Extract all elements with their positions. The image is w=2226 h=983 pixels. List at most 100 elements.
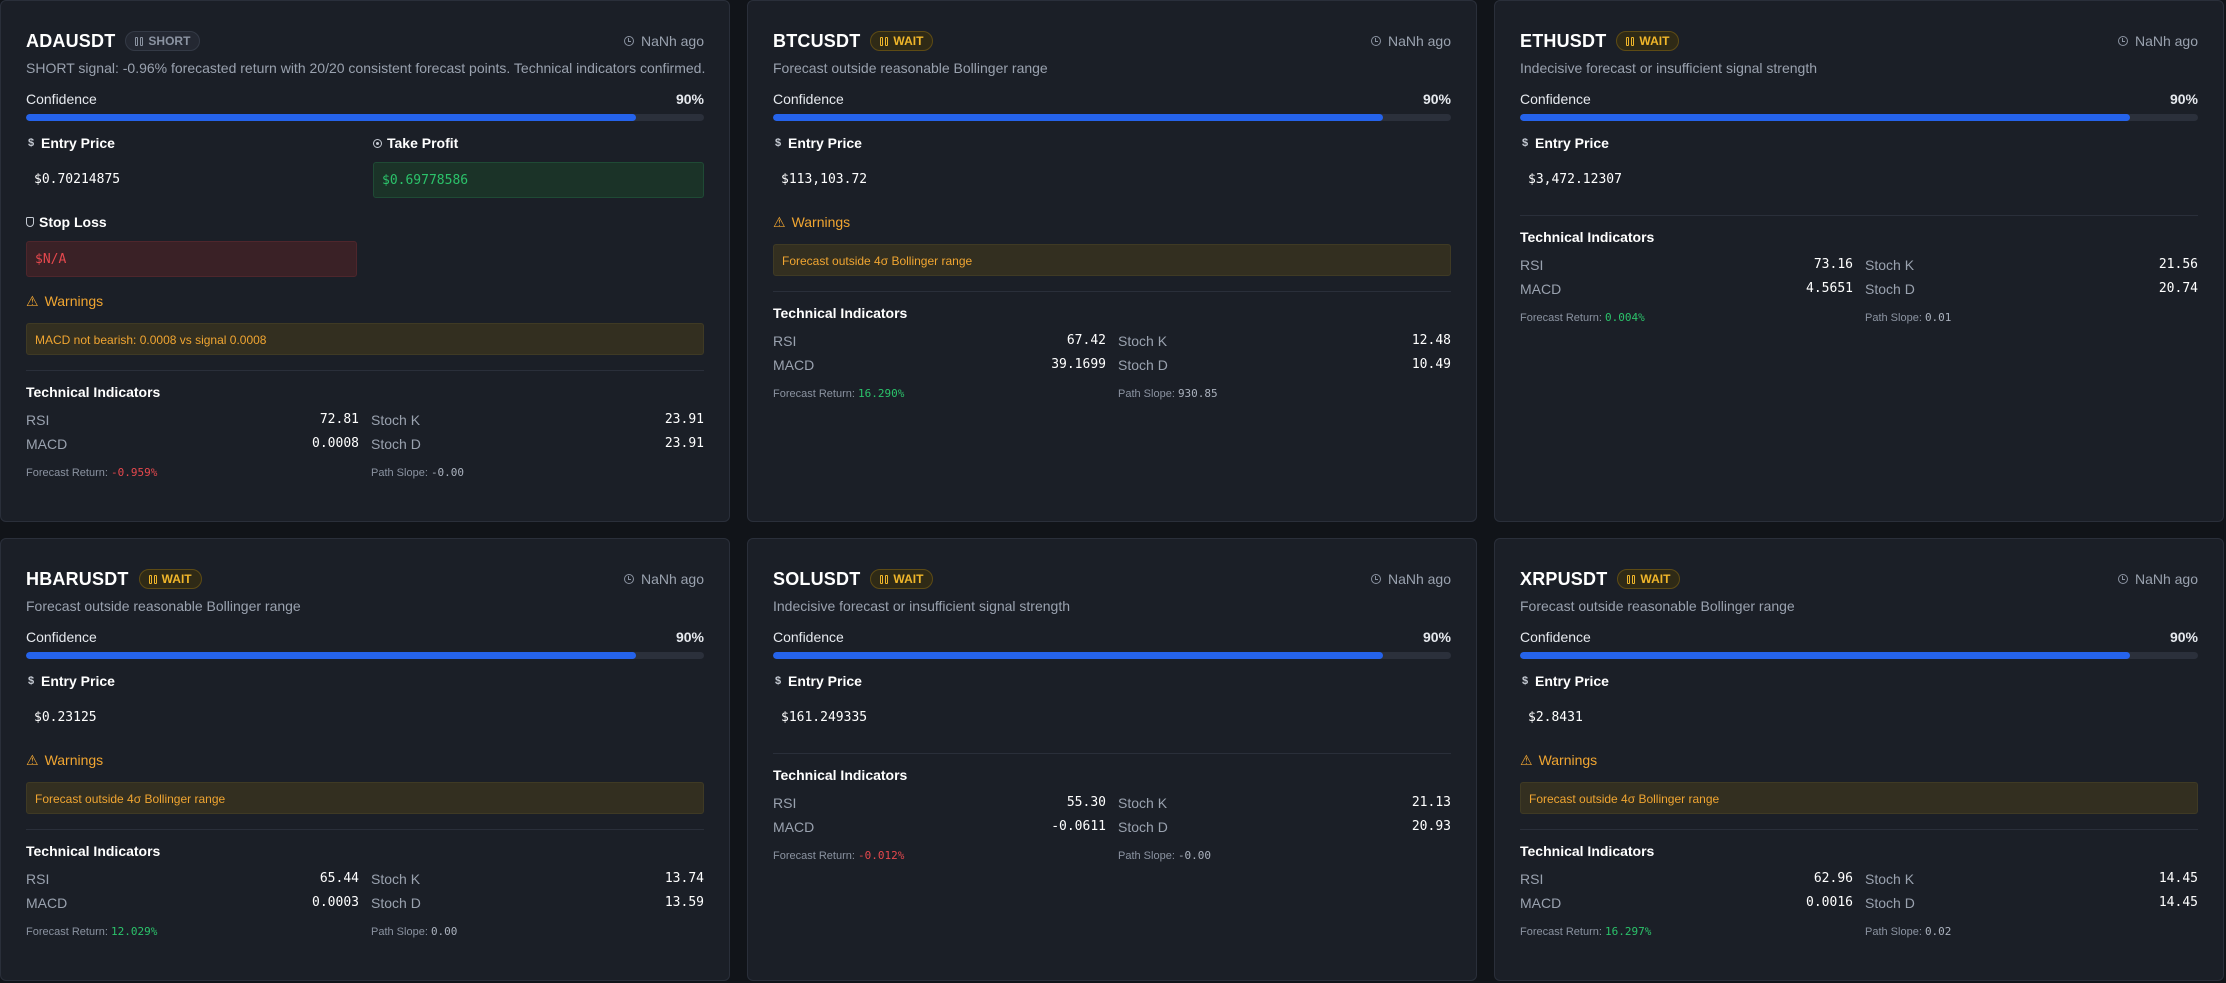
stoch-d-row: Stoch D 20.74 <box>1865 277 2198 301</box>
stoch-d-value: 20.93 <box>1411 819 1451 834</box>
stoch-d-value: 13.59 <box>664 895 704 910</box>
confidence-label: Confidence <box>1520 91 1591 107</box>
forecast-return-value: 12.029% <box>110 925 158 938</box>
timestamp-text: NaNh ago <box>2134 33 2198 49</box>
stoch-d-value: 23.91 <box>664 436 704 451</box>
rsi-value: 55.30 <box>1066 795 1106 810</box>
macd-row: MACD 0.0008 <box>26 432 359 456</box>
entry-price-value: $0.70214875 <box>34 172 121 187</box>
divider <box>1520 215 2198 216</box>
confidence-label: Confidence <box>26 629 97 645</box>
confidence-bar-fill <box>773 652 1384 659</box>
confidence-bar-fill <box>26 114 637 121</box>
confidence-bar <box>26 114 704 121</box>
pause-icon <box>1626 36 1635 46</box>
path-slope: Path Slope: 0.00 <box>371 925 458 938</box>
dollar-icon: $ <box>27 137 35 149</box>
stoch-d-row: Stoch D 23.91 <box>371 432 704 456</box>
entry-price-field: $ Entry Price $2.8431 <box>1520 672 1851 736</box>
divider <box>26 829 704 830</box>
signal-card-grid: ADAUSDT SHORT NaNh ago SHORT signal: -0.… <box>0 0 2226 983</box>
dollar-icon: $ <box>27 675 35 687</box>
clock-icon <box>1370 36 1381 46</box>
entry-price-value: $0.23125 <box>34 710 97 725</box>
timestamp-text: NaNh ago <box>640 33 704 49</box>
forecast-return: Forecast Return: 16.290% <box>773 387 905 400</box>
signal-card[interactable]: BTCUSDT WAIT NaNh ago Forecast outside r… <box>747 0 1477 522</box>
signal-card[interactable]: ETHUSDT WAIT NaNh ago Indecisive forecas… <box>1494 0 2224 522</box>
entry-price-field: $ Entry Price $161.249335 <box>773 672 1104 736</box>
technical-indicators-title: Technical Indicators <box>26 384 161 400</box>
macd-value: 0.0003 <box>312 895 359 910</box>
confidence-bar <box>1520 652 2198 659</box>
signal-card[interactable]: HBARUSDT WAIT NaNh ago Forecast outside … <box>0 538 730 981</box>
warning-message: Forecast outside 4σ Bollinger range <box>26 782 704 814</box>
technical-indicators-grid: RSI 67.42 Stoch K 12.48 MACD 39.1699 Stoch … <box>773 329 1451 377</box>
target-icon <box>373 138 382 148</box>
signal-card[interactable]: ADAUSDT SHORT NaNh ago SHORT signal: -0.… <box>0 0 730 522</box>
clock-icon <box>623 36 634 46</box>
status-badge-label: WAIT <box>893 34 924 48</box>
take-profit-label: Take Profit <box>387 135 459 151</box>
rsi-value: 73.16 <box>1813 257 1853 272</box>
technical-indicators-title: Technical Indicators <box>1520 229 1655 245</box>
timestamp: NaNh ago <box>2117 571 2198 587</box>
timestamp-text: NaNh ago <box>1387 571 1451 587</box>
timestamp-text: NaNh ago <box>2134 571 2198 587</box>
entry-price-value: $2.8431 <box>1528 710 1583 725</box>
rsi-value: 67.42 <box>1066 333 1106 348</box>
stoch-d-row: Stoch D 10.49 <box>1118 353 1451 377</box>
macd-value: -0.0611 <box>1051 819 1106 834</box>
confidence-bar-fill <box>773 114 1384 121</box>
macd-value: 0.0016 <box>1806 895 1853 910</box>
pause-icon <box>880 36 889 46</box>
entry-price-value: $113,103.72 <box>781 172 868 187</box>
stoch-k-value: 23.91 <box>664 412 704 427</box>
pause-icon <box>148 574 157 584</box>
path-slope-value: -0.00 <box>430 466 465 479</box>
macd-row: MACD 4.5651 <box>1520 277 1853 301</box>
confidence-value: 90% <box>2169 629 2198 645</box>
signal-card[interactable]: SOLUSDT WAIT NaNh ago Indecisive forecas… <box>747 538 1477 981</box>
path-slope-value: 930.85 <box>1177 387 1218 400</box>
path-slope-value: 0.01 <box>1924 311 1952 324</box>
confidence-bar-fill <box>26 652 637 659</box>
symbol-title: SOLUSDT <box>773 568 861 589</box>
price-fields: $ Entry Price $113,103.72 <box>773 134 1451 213</box>
confidence-row: Confidence 90% <box>1520 629 2198 645</box>
warnings-section: ⚠ Warnings Forecast outside 4σ Bollinger … <box>773 213 1451 276</box>
symbol-title: BTCUSDT <box>773 30 861 51</box>
confidence-row: Confidence 90% <box>26 629 704 645</box>
stoch-k-row: Stoch K 21.56 <box>1865 253 2198 277</box>
divider <box>773 753 1451 754</box>
signal-description: Forecast outside reasonable Bollinger ra… <box>773 60 1048 76</box>
stoch-k-value: 13.74 <box>664 871 704 886</box>
card-header: HBARUSDT WAIT NaNh ago <box>26 559 704 599</box>
confidence-value: 90% <box>2169 91 2198 107</box>
rsi-row: RSI 55.30 <box>773 791 1106 815</box>
card-header: ETHUSDT WAIT NaNh ago <box>1520 21 2198 61</box>
warnings-label: Warnings <box>44 752 104 768</box>
stop-loss-label: Stop Loss <box>39 214 107 230</box>
technical-indicators-title: Technical Indicators <box>773 305 908 321</box>
confidence-label: Confidence <box>773 91 844 107</box>
forecast-return: Forecast Return: 12.029% <box>26 925 158 938</box>
confidence-bar <box>773 114 1451 121</box>
technical-indicators-title: Technical Indicators <box>26 843 161 859</box>
card-footer: Forecast Return: -0.012% Path Slope: -0.… <box>773 849 1451 862</box>
clock-icon <box>1370 574 1381 584</box>
signal-description: Indecisive forecast or insufficient sign… <box>1520 60 1818 76</box>
status-badge-label: WAIT <box>1640 572 1671 586</box>
timestamp: NaNh ago <box>2117 33 2198 49</box>
confidence-row: Confidence 90% <box>773 629 1451 645</box>
entry-price-field: $ Entry Price $113,103.72 <box>773 134 1104 198</box>
dollar-icon: $ <box>774 675 782 687</box>
clock-icon <box>623 574 634 584</box>
card-header: BTCUSDT WAIT NaNh ago <box>773 21 1451 61</box>
stoch-k-value: 21.13 <box>1411 795 1451 810</box>
stoch-k-row: Stoch K 12.48 <box>1118 329 1451 353</box>
warnings-label: Warnings <box>791 214 851 230</box>
card-header: XRPUSDT WAIT NaNh ago <box>1520 559 2198 599</box>
stoch-d-value: 20.74 <box>2158 281 2198 296</box>
signal-card[interactable]: XRPUSDT WAIT NaNh ago Forecast outside r… <box>1494 538 2224 981</box>
